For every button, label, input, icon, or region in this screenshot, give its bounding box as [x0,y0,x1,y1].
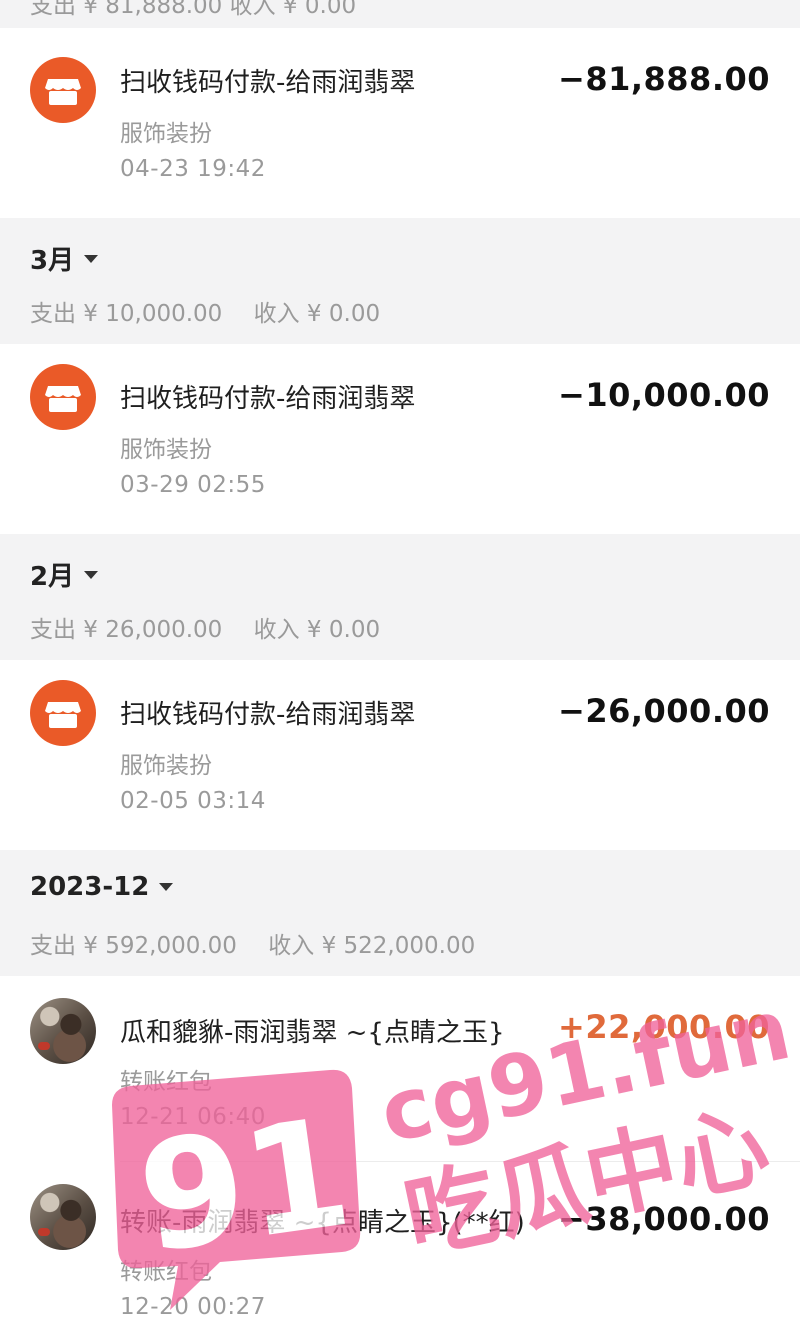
top-month-header-partial: 支出 ¥ 81,888.00 收入 ¥ 0.00 [0,0,800,28]
month-label: 2023-12 [30,872,150,902]
month-summary: 支出 ¥ 10,000.00 收入 ¥ 0.00 [30,294,404,328]
avatar [30,1184,96,1250]
transaction-category: 转账红包 [120,1259,212,1285]
shop-icon [30,57,96,123]
transaction-title: 扫收钱码付款-给雨润翡翠 [120,384,416,414]
transaction-title: 转账-雨润翡翠 ~{点睛之玉}(**红) [120,1208,525,1238]
transaction-time: 03-29 02:55 [120,472,266,498]
transaction-amount: −38,000.00 [558,1200,770,1238]
caret-down-icon [84,570,99,579]
avatar-detail [38,1228,50,1236]
transaction-title: 瓜和貔貅-雨润翡翠 ~{点睛之玉} [120,1018,505,1048]
month-selector[interactable]: 2月 [30,556,99,593]
transaction-amount: +22,000.00 [558,1008,770,1046]
month-label: 2月 [30,562,75,592]
transaction-time: 04-23 19:42 [120,156,266,182]
month-selector[interactable]: 3月 [30,240,99,277]
shop-icon [30,680,96,746]
income-total: 收入 ¥ 522,000.00 [268,933,476,959]
avatar [30,998,96,1064]
expense-total: 支出 ¥ 10,000.00 [30,301,223,327]
expense-total: 支出 ¥ 592,000.00 [30,933,237,959]
transaction-row[interactable]: 瓜和貔貅-雨润翡翠 ~{点睛之玉} 转账红包 12-21 06:40 +22,0… [0,976,800,1162]
transaction-row[interactable]: 扫收钱码付款-给雨润翡翠 服饰装扮 04-23 19:42 −81,888.00 [0,28,800,218]
month-header-march[interactable]: 3月 支出 ¥ 10,000.00 收入 ¥ 0.00 [0,218,800,344]
expense-total: 支出 ¥ 26,000.00 [30,617,223,643]
transaction-time: 12-21 06:40 [120,1104,266,1130]
transaction-time: 02-05 03:14 [120,788,266,814]
income-total: 收入 ¥ 0.00 [253,617,381,643]
transaction-title: 扫收钱码付款-给雨润翡翠 [120,700,416,730]
transaction-amount: −26,000.00 [558,692,770,730]
month-label: 3月 [30,246,75,276]
caret-down-icon [84,254,99,263]
caret-down-icon [159,883,174,891]
transaction-row[interactable]: 转账-雨润翡翠 ~{点睛之玉}(**红) 转账红包 12-20 00:27 −3… [0,1162,800,1340]
month-selector[interactable]: 2023-12 [30,872,174,902]
shop-icon [30,364,96,430]
month-summary: 支出 ¥ 592,000.00 收入 ¥ 522,000.00 [30,926,499,960]
avatar-detail [38,1042,50,1050]
transaction-row[interactable]: 扫收钱码付款-给雨润翡翠 服饰装扮 03-29 02:55 −10,000.00 [0,344,800,534]
transaction-amount: −10,000.00 [558,376,770,414]
transaction-category: 服饰装扮 [120,753,212,779]
transaction-category: 转账红包 [120,1069,212,1095]
transaction-category: 服饰装扮 [120,437,212,463]
income-total: 收入 ¥ 0.00 [253,301,381,327]
month-summary: 支出 ¥ 26,000.00 收入 ¥ 0.00 [30,610,404,644]
transaction-row[interactable]: 扫收钱码付款-给雨润翡翠 服饰装扮 02-05 03:14 −26,000.00 [0,660,800,850]
month-header-february[interactable]: 2月 支出 ¥ 26,000.00 收入 ¥ 0.00 [0,534,800,660]
transaction-time: 12-20 00:27 [120,1294,266,1320]
top-summary-partial: 支出 ¥ 81,888.00 收入 ¥ 0.00 [30,0,357,19]
transaction-amount: −81,888.00 [558,60,770,98]
transaction-title: 扫收钱码付款-给雨润翡翠 [120,68,416,98]
transaction-category: 服饰装扮 [120,121,212,147]
month-header-december[interactable]: 2023-12 支出 ¥ 592,000.00 收入 ¥ 522,000.00 [0,850,800,976]
